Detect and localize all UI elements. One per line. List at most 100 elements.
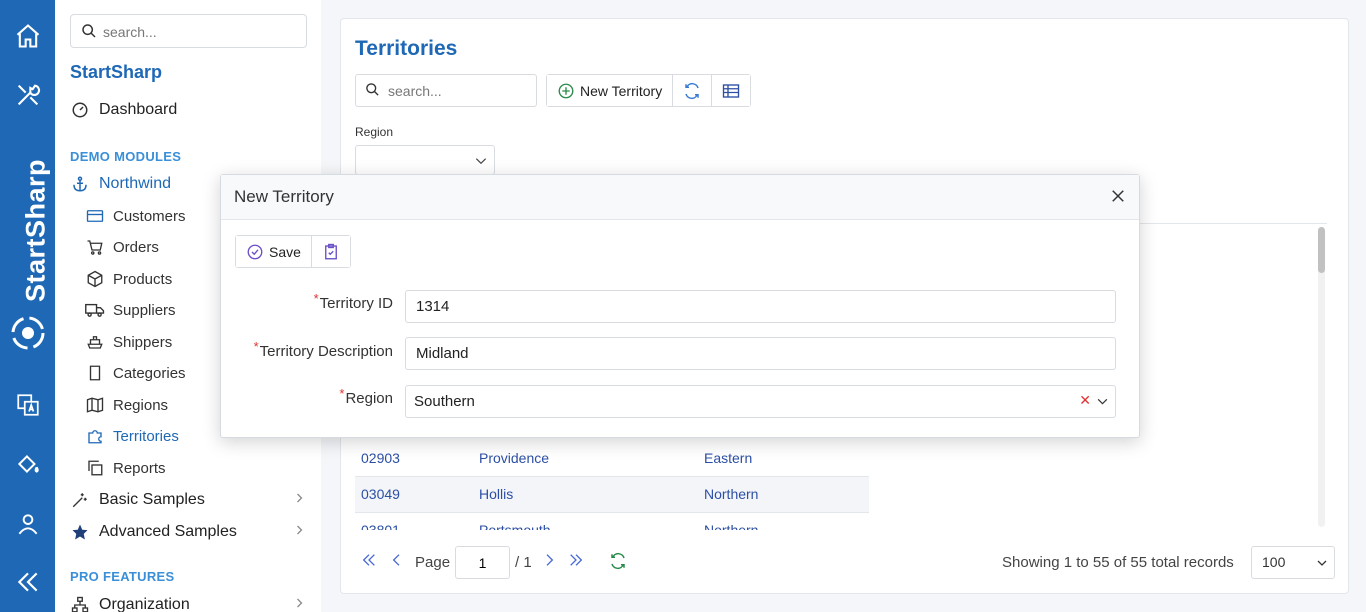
nav-dashboard[interactable]: Dashboard [70, 98, 177, 122]
nav-dashboard-label: Dashboard [99, 101, 178, 118]
page-title: Territories [355, 37, 458, 60]
grid-search-input[interactable] [388, 81, 528, 101]
card-icon [85, 208, 105, 224]
required-mark: * [313, 291, 319, 306]
dialog-header[interactable]: New Territory [221, 175, 1139, 220]
search-icon [81, 23, 97, 42]
nav-northwind[interactable]: Northwind [70, 172, 171, 196]
dashboard-icon [70, 101, 90, 119]
nav-advanced-samples-label: Advanced Samples [99, 523, 237, 540]
region-filter-label: Region [355, 125, 394, 139]
save-button[interactable]: Save [236, 236, 312, 267]
next-page-icon[interactable] [541, 552, 557, 568]
territory-id-label: *Territory ID [314, 291, 393, 312]
brand-logo-icon [10, 315, 46, 354]
section-demo-modules: DEMO MODULES [70, 149, 182, 164]
first-page-icon[interactable] [361, 552, 377, 568]
paint-bucket-icon[interactable] [12, 448, 44, 480]
close-icon[interactable] [1109, 187, 1127, 205]
sidebar-item-label: Regions [113, 396, 169, 414]
cell-description[interactable]: Providence [479, 450, 549, 466]
grid-search[interactable] [355, 74, 537, 107]
home-icon[interactable] [12, 20, 44, 52]
chevron-right-icon [293, 596, 305, 612]
table-row[interactable]: 03801 Portsmouth Northern [355, 513, 869, 530]
nav-advanced-samples[interactable]: Advanced Samples [70, 520, 310, 544]
sidebar-item-categories[interactable]: Categories [85, 362, 186, 384]
page-size-value: 100 [1262, 554, 1286, 570]
app-rail: StartSharp [0, 0, 55, 612]
sidebar-item-territories[interactable]: Territories [85, 425, 179, 447]
sidebar-item-orders[interactable]: Orders [85, 236, 159, 258]
nav-basic-samples[interactable]: Basic Samples [70, 488, 310, 512]
pager-refresh-icon[interactable] [609, 552, 627, 570]
page-label: Page [415, 554, 451, 571]
page-size-select[interactable]: 100 [1251, 546, 1335, 579]
refresh-button[interactable] [673, 75, 713, 106]
rail-brand: StartSharp [6, 150, 51, 360]
sidebar-item-products[interactable]: Products [85, 268, 172, 290]
territory-id-field[interactable] [405, 290, 1116, 323]
nav-organization[interactable]: Organization [70, 593, 310, 612]
grid-scrollbar[interactable] [1318, 227, 1325, 527]
sidebar-item-suppliers[interactable]: Suppliers [85, 299, 176, 321]
region-label: *Region [339, 386, 393, 407]
pager-status: Showing 1 to 55 of 55 total records [1002, 554, 1234, 571]
sidebar-search[interactable] [70, 14, 307, 48]
nav-northwind-label: Northwind [99, 175, 172, 192]
translate-icon[interactable] [12, 389, 44, 421]
sidebar-brand-title[interactable]: StartSharp [70, 62, 162, 83]
new-territory-button[interactable]: New Territory [547, 75, 674, 106]
nav-basic-samples-label: Basic Samples [99, 491, 205, 508]
new-territory-dialog: New Territory Save *Territory ID *Territ… [220, 174, 1140, 438]
add-circle-icon [557, 82, 575, 100]
last-page-icon[interactable] [568, 552, 584, 568]
puzzle-icon [85, 427, 105, 445]
territory-description-field[interactable] [405, 337, 1116, 370]
ship-icon [85, 333, 105, 351]
page-total: / 1 [515, 554, 532, 571]
wand-icon [70, 491, 90, 509]
cell-description[interactable]: Hollis [479, 486, 513, 502]
sidebar-item-shippers[interactable]: Shippers [85, 331, 172, 353]
region-select[interactable]: Southern ✕ [405, 385, 1116, 418]
map-icon [85, 396, 105, 414]
grid-pager: Page / 1 Showing 1 to 55 of 55 total rec… [355, 545, 1335, 579]
sidebar-item-customers[interactable]: Customers [85, 205, 186, 227]
cell-region[interactable]: Northern [704, 522, 758, 530]
clipboard-check-icon [322, 243, 340, 261]
cell-territory-id[interactable]: 03801 [361, 522, 400, 530]
chevron-right-icon [293, 523, 305, 541]
sidebar-item-label: Customers [113, 207, 186, 225]
tools-icon[interactable] [12, 79, 44, 111]
cell-territory-id[interactable]: 02903 [361, 450, 400, 466]
user-icon[interactable] [12, 508, 44, 540]
sidebar-item-regions[interactable]: Regions [85, 394, 168, 416]
clear-icon[interactable]: ✕ [1079, 392, 1091, 409]
region-filter-select[interactable] [355, 145, 495, 175]
cell-territory-id[interactable]: 03049 [361, 486, 400, 502]
rail-brand-text: StartSharp [20, 158, 51, 302]
sidebar-search-input[interactable] [103, 22, 298, 42]
page-number-input[interactable] [455, 546, 510, 579]
nav-organization-label: Organization [99, 596, 190, 612]
apply-button[interactable] [311, 236, 350, 267]
chevron-down-icon [1096, 395, 1109, 412]
sidebar-item-label: Reports [113, 459, 166, 477]
grid-toolbar: New Territory [546, 74, 752, 107]
prev-page-icon[interactable] [389, 552, 405, 568]
sidebar-item-label: Categories [113, 364, 186, 382]
search-icon [365, 82, 380, 100]
cell-description[interactable]: Portsmouth [479, 522, 551, 530]
dialog-title: New Territory [234, 187, 334, 206]
cell-region[interactable]: Northern [704, 486, 758, 502]
cell-region[interactable]: Eastern [704, 450, 752, 466]
table-row[interactable]: 03049 Hollis Northern [355, 477, 869, 513]
table-row[interactable]: 02903 Providence Eastern [355, 441, 869, 477]
grid-scroll-thumb[interactable] [1318, 227, 1325, 273]
sidebar-item-reports[interactable]: Reports [85, 457, 166, 479]
table-icon [722, 83, 740, 99]
collapse-icon[interactable] [12, 566, 44, 598]
column-picker-button[interactable] [712, 75, 751, 106]
anchor-icon [70, 175, 90, 193]
